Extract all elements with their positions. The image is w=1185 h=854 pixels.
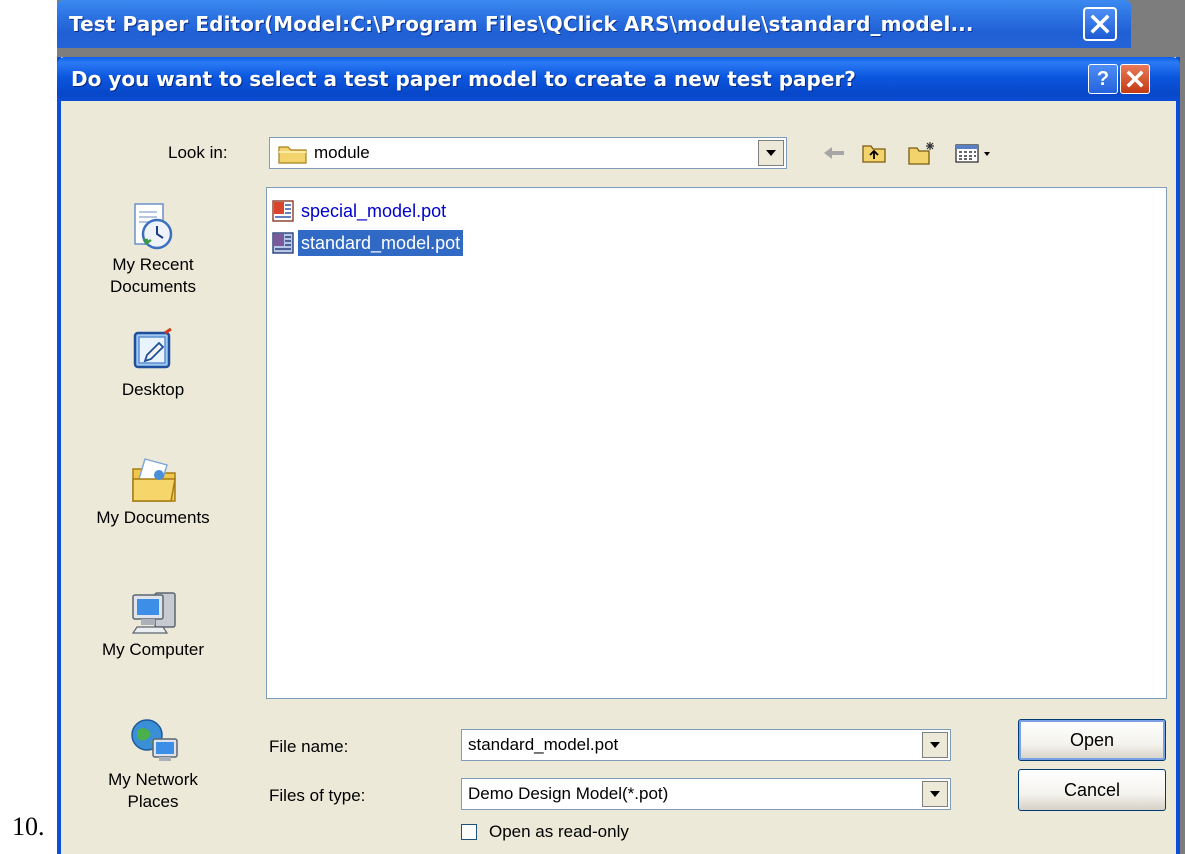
new-folder-button[interactable] (907, 141, 937, 165)
up-folder-icon (862, 145, 886, 163)
chevron-down-icon (930, 742, 940, 748)
cancel-button[interactable]: Cancel (1018, 769, 1166, 811)
template-file-icon (272, 232, 294, 254)
place-my-recent-documents[interactable]: My Recent Documents (79, 202, 227, 298)
look-in-label: Look in: (168, 143, 228, 162)
place-label: My Network Places (108, 770, 198, 811)
place-label: My Computer (101, 640, 205, 659)
help-button[interactable]: ? (1088, 64, 1118, 94)
close-icon (1126, 70, 1144, 88)
look-in-value: module (314, 143, 370, 162)
parent-titlebar: Test Paper Editor(Model:C:\Program Files… (57, 0, 1131, 48)
dialog-close-button[interactable] (1120, 64, 1150, 94)
parent-close-button[interactable] (1083, 7, 1117, 41)
look-in-dropdown[interactable]: module (269, 137, 787, 169)
place-my-computer[interactable]: My Computer (79, 587, 227, 661)
place-label: Desktop (121, 380, 185, 399)
recent-documents-icon (129, 202, 177, 250)
template-file-icon (272, 200, 294, 222)
dialog-title: Do you want to select a test paper model… (71, 67, 856, 91)
desktop-icon (129, 327, 177, 375)
up-one-level-button[interactable] (861, 141, 887, 165)
list-number: 10. (12, 812, 45, 841)
files-of-type-value: Demo Design Model(*.pot) (468, 784, 669, 803)
back-button[interactable] (821, 141, 847, 165)
file-name: special_model.pot (301, 201, 447, 221)
help-icon: ? (1096, 67, 1110, 90)
place-my-documents[interactable]: My Documents (79, 455, 227, 529)
files-of-type-dropdown[interactable]: Demo Design Model(*.pot) (461, 778, 951, 810)
network-places-icon (129, 717, 178, 765)
file-name-value: standard_model.pot (468, 735, 619, 754)
file-item-selected[interactable]: standard_model.pot (271, 230, 464, 256)
new-folder-icon (908, 142, 934, 165)
files-of-type-label: Files of type: (269, 786, 366, 805)
file-name-dropdown-arrow[interactable] (922, 732, 948, 758)
place-desktop[interactable]: Desktop (79, 327, 227, 401)
parent-window-title: Test Paper Editor(Model:C:\Program Files… (69, 12, 974, 36)
folder-icon (278, 146, 307, 164)
read-only-label: Open as read-only (489, 822, 629, 841)
views-menu-icon (955, 144, 990, 163)
views-menu-button[interactable] (954, 141, 994, 165)
read-only-checkbox[interactable] (461, 824, 477, 840)
files-of-type-arrow[interactable] (922, 781, 948, 807)
my-computer-icon (129, 587, 177, 635)
place-label: My Recent Documents (110, 255, 196, 296)
back-arrow-icon (824, 147, 844, 159)
open-button[interactable]: Open (1018, 719, 1166, 761)
file-name-label: File name: (269, 737, 349, 756)
close-icon (1090, 14, 1110, 34)
cancel-button-label: Cancel (1063, 779, 1121, 800)
open-button-label: Open (1069, 729, 1115, 750)
look-in-arrow[interactable] (758, 140, 784, 166)
file-name: standard_model.pot (298, 230, 464, 256)
chevron-down-icon (766, 150, 776, 156)
file-list: special_model.pot standard_model.pot (266, 187, 1167, 699)
open-file-dialog: Do you want to select a test paper model… (57, 57, 1180, 854)
file-name-input[interactable]: standard_model.pot (461, 729, 951, 761)
chevron-down-icon (930, 791, 940, 797)
place-label: My Documents (96, 508, 210, 527)
file-item[interactable]: special_model.pot (271, 198, 449, 224)
my-documents-icon (129, 455, 177, 503)
place-my-network-places[interactable]: My Network Places (79, 717, 227, 813)
dialog-titlebar: Do you want to select a test paper model… (57, 57, 1180, 101)
